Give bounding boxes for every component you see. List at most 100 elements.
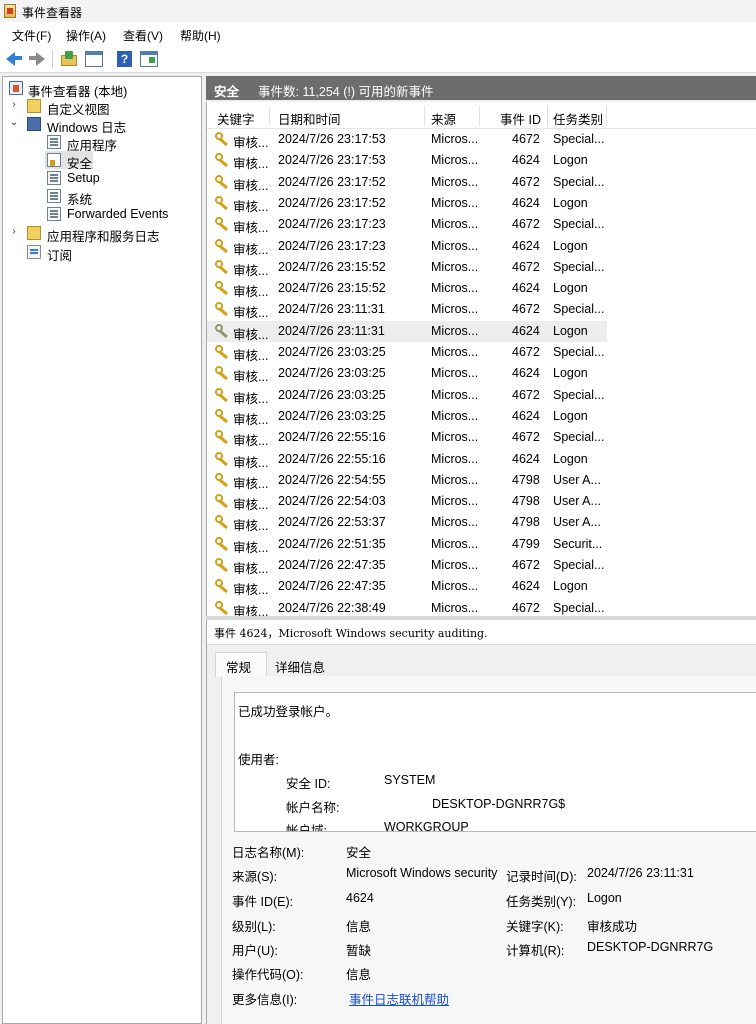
tree-item-setup[interactable]: Setup xyxy=(3,169,201,187)
cell-datetime: 2024/7/26 23:03:25 xyxy=(278,345,386,359)
event-message-box[interactable]: 已成功登录帐户。 使用者: 安全 ID: SYSTEM 帐户名称: DESKTO… xyxy=(234,692,756,832)
tree-item-security[interactable]: 安全 xyxy=(3,151,201,171)
table-row[interactable]: 审核... 2024/7/26 23:15:52 Micros... 4672 Spec… xyxy=(207,257,607,278)
help-icon[interactable]: ? xyxy=(116,50,134,68)
table-row[interactable]: 审核... 2024/7/26 23:17:52 Micros... 4624 Logo… xyxy=(207,193,607,214)
column-date[interactable]: 日期和时间 xyxy=(278,109,341,128)
tree-item-forwarded-events[interactable]: Forwarded Events xyxy=(3,205,201,223)
table-row[interactable]: 审核... 2024/7/26 23:17:52 Micros... 4672 Spec… xyxy=(207,172,607,193)
chevron-right-icon[interactable]: › xyxy=(9,100,19,110)
table-row[interactable]: 审核... 2024/7/26 23:03:25 Micros... 4672 Spec… xyxy=(207,385,607,406)
event-list[interactable]: 关键字 日期和时间 来源 事件 ID 任务类别 审核... 2024/7/26 2… xyxy=(206,102,756,616)
menu-file[interactable]: 文件(F) xyxy=(12,27,51,44)
table-row[interactable]: 审核... 2024/7/26 22:54:03 Micros... 4798 User… xyxy=(207,491,607,512)
log-title: 安全 xyxy=(214,85,240,99)
table-row[interactable]: 审核... 2024/7/26 22:38:49 Micros... 4672 Spec… xyxy=(207,598,607,616)
menu-help[interactable]: 帮助(H) xyxy=(180,27,221,44)
sid-label: 安全 ID: xyxy=(286,777,331,791)
table-row[interactable]: 审核... 2024/7/26 23:17:23 Micros... 4672 Spec… xyxy=(207,214,607,235)
show-hide-action-pane-icon[interactable] xyxy=(140,50,158,68)
tab-general[interactable]: 常规 xyxy=(215,652,267,677)
chevron-right-icon[interactable]: › xyxy=(9,227,19,237)
table-row[interactable]: 审核... 2024/7/26 23:11:31 Micros... 4672 Spec… xyxy=(207,299,607,320)
audit-key-icon xyxy=(215,345,229,360)
folder-icon xyxy=(27,226,41,240)
table-row[interactable]: 审核... 2024/7/26 22:47:35 Micros... 4624 Logo… xyxy=(207,576,607,597)
source-value: Microsoft Windows security xyxy=(346,866,498,880)
table-row[interactable]: 审核... 2024/7/26 23:17:53 Micros... 4672 Spec… xyxy=(207,129,607,150)
column-task[interactable]: 任务类别 xyxy=(553,109,603,128)
message-subject: 使用者: xyxy=(238,753,279,767)
cell-source: Micros... xyxy=(431,515,479,530)
tree-item-root[interactable]: 事件查看器 (本地) xyxy=(3,79,201,99)
tree-item-windows-logs[interactable]: ⌄ Windows 日志 xyxy=(3,115,201,135)
tab-details[interactable]: 详细信息 xyxy=(267,652,337,676)
table-row[interactable]: 审核... 2024/7/26 22:47:35 Micros... 4672 Spec… xyxy=(207,555,607,576)
cell-source: Micros... xyxy=(431,195,479,210)
folder-icon xyxy=(27,99,41,113)
forward-arrow-icon[interactable] xyxy=(28,50,46,68)
cell-task: Logon xyxy=(553,238,588,253)
table-row[interactable]: 审核... 2024/7/26 23:17:53 Micros... 4624 Logo… xyxy=(207,150,607,171)
cell-keyword: 审核... xyxy=(233,370,269,385)
table-row[interactable]: 审核... 2024/7/26 22:54:55 Micros... 4798 User… xyxy=(207,470,607,491)
user-label: 用户(U): xyxy=(232,944,278,958)
opcode-label: 操作代码(O): xyxy=(232,968,304,982)
show-hide-tree-icon[interactable] xyxy=(85,50,103,68)
back-arrow-icon[interactable] xyxy=(6,50,24,68)
table-row[interactable]: 审核... 2024/7/26 22:53:37 Micros... 4798 User… xyxy=(207,512,607,533)
cell-event-id: 4624 xyxy=(512,195,540,210)
cell-datetime: 2024/7/26 22:54:55 xyxy=(278,472,386,487)
tree-item-subscriptions[interactable]: 订阅 xyxy=(3,243,201,263)
sid-value: SYSTEM xyxy=(384,773,436,787)
table-row[interactable]: 审核... 2024/7/26 23:03:25 Micros... 4672 Spec… xyxy=(207,342,607,363)
cell-datetime: 2024/7/26 23:11:31 xyxy=(278,302,385,317)
log-pane-header: 安全 事件数: 11,254 (!) 可用的新事件 xyxy=(206,76,756,100)
opcode-value: 信息 xyxy=(346,968,372,982)
event-list-header: 关键字 日期和时间 来源 事件 ID 任务类别 xyxy=(207,102,756,129)
table-row[interactable]: 审核... 2024/7/26 23:15:52 Micros... 4624 Logo… xyxy=(207,278,607,299)
table-row[interactable]: 审核... 2024/7/26 22:51:35 Micros... 4799 Secu… xyxy=(207,534,607,555)
column-source[interactable]: 来源 xyxy=(431,109,456,128)
tree-item-custom-views[interactable]: › 自定义视图 xyxy=(3,97,201,117)
cell-source: Micros... xyxy=(431,302,479,317)
level-label: 级别(L): xyxy=(232,920,276,934)
column-divider[interactable] xyxy=(606,106,607,126)
cell-event-id: 4672 xyxy=(512,174,540,189)
table-row[interactable]: 审核... 2024/7/26 22:55:16 Micros... 4672 Spec… xyxy=(207,427,607,448)
cell-source: Micros... xyxy=(431,281,479,296)
tree-item-app-service-logs[interactable]: › 应用程序和服务日志 xyxy=(3,224,201,244)
table-row[interactable]: 审核... 2024/7/26 23:11:31 Micros... 4624 Logo… xyxy=(207,320,607,342)
column-divider[interactable] xyxy=(269,106,270,126)
column-event-id[interactable]: 事件 ID xyxy=(500,109,541,128)
audit-key-icon xyxy=(215,472,229,487)
column-divider[interactable] xyxy=(424,106,425,126)
cell-keyword: 审核... xyxy=(233,263,269,278)
column-divider[interactable] xyxy=(479,106,480,126)
tree-item-system[interactable]: 系统 xyxy=(3,187,201,207)
table-row[interactable]: 审核... 2024/7/26 23:03:25 Micros... 4624 Logo… xyxy=(207,406,607,427)
event-count: 事件数: 11,254 (!) 可用的新事件 xyxy=(258,85,434,99)
cell-event-id: 4672 xyxy=(512,302,540,317)
audit-key-icon xyxy=(215,302,229,317)
cell-keyword: 审核... xyxy=(233,327,269,342)
menu-view[interactable]: 查看(V) xyxy=(123,27,163,44)
message-line: 已成功登录帐户。 xyxy=(238,705,339,719)
keywords-value: 审核成功 xyxy=(587,920,638,934)
tree-item-application[interactable]: 应用程序 xyxy=(3,133,201,153)
menu-action[interactable]: 操作(A) xyxy=(66,27,106,44)
table-row[interactable]: 审核... 2024/7/26 23:03:25 Micros... 4624 Logo… xyxy=(207,363,607,384)
column-keywords[interactable]: 关键字 xyxy=(217,109,255,128)
table-row[interactable]: 审核... 2024/7/26 23:17:23 Micros... 4624 Logo… xyxy=(207,236,607,257)
audit-key-icon xyxy=(215,451,229,466)
table-row[interactable]: 审核... 2024/7/26 22:55:16 Micros... 4624 Logo… xyxy=(207,449,607,470)
chevron-down-icon[interactable]: ⌄ xyxy=(9,118,19,128)
cell-event-id: 4798 xyxy=(512,494,540,509)
cell-task: Special... xyxy=(553,600,605,615)
log-icon xyxy=(47,189,61,203)
online-help-link[interactable]: 事件日志联机帮助 xyxy=(349,989,449,1008)
cell-event-id: 4624 xyxy=(512,579,540,594)
column-divider[interactable] xyxy=(547,106,548,126)
cell-event-id: 4624 xyxy=(512,323,540,338)
folder-up-icon[interactable] xyxy=(60,50,78,68)
